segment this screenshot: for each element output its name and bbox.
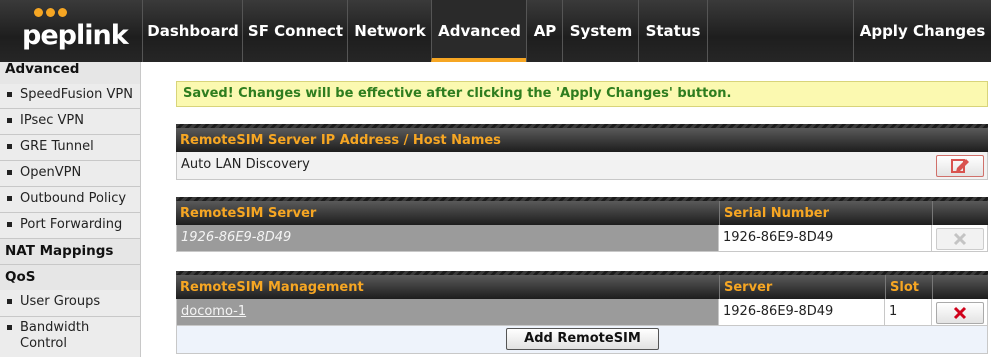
divider — [0, 212, 140, 213]
logo-dots-icon — [34, 6, 94, 20]
edit-server-ip-button[interactable] — [936, 155, 984, 177]
divider — [0, 134, 140, 135]
saved-notice: Saved! Changes will be effective after c… — [176, 81, 988, 107]
table-row-management-name-cell: docomo-1 — [176, 299, 719, 326]
close-icon — [953, 232, 967, 246]
sidebar-item-user-groups[interactable]: User Groups — [0, 292, 140, 316]
divider — [0, 160, 140, 161]
table-row-server-name: 1926-86E9-8D49 — [176, 225, 719, 252]
table-row-serial-number: 1926-86E9-8D49 — [719, 225, 932, 252]
management-server-column-header: Server — [719, 275, 885, 299]
tab-sf-connect[interactable]: SF Connect — [242, 0, 348, 62]
top-navigation-bar: peplink Dashboard SF Connect Network Adv… — [0, 0, 991, 62]
tab-ap[interactable]: AP — [526, 0, 563, 62]
divider — [0, 186, 140, 187]
sidebar-section-nat-mappings[interactable]: NAT Mappings — [0, 239, 140, 264]
tab-status[interactable]: Status — [638, 0, 708, 62]
logo-text: peplink — [22, 20, 129, 51]
server-ip-header: RemoteSIM Server IP Address / Host Names — [176, 128, 988, 152]
action-column-header — [932, 275, 988, 299]
table-row-slot: 1 — [885, 299, 932, 326]
sidebar-item-openvpn[interactable]: OpenVPN — [0, 163, 140, 187]
sidebar-section-qos: QoS — [0, 265, 140, 290]
sidebar: Advanced SpeedFusion VPN IPsec VPN GRE T… — [0, 62, 141, 357]
sidebar-item-outbound-policy[interactable]: Outbound Policy — [0, 189, 140, 213]
sidebar-section-advanced: Advanced — [0, 62, 140, 84]
tab-network[interactable]: Network — [347, 0, 432, 62]
tab-system[interactable]: System — [562, 0, 639, 62]
serial-column-header: Serial Number — [719, 201, 932, 225]
peplink-logo[interactable]: peplink — [22, 6, 129, 56]
server-ip-value: Auto LAN Discovery — [176, 152, 988, 180]
sidebar-item-ipsec-vpn[interactable]: IPsec VPN — [0, 111, 140, 135]
delete-management-button[interactable] — [936, 302, 984, 324]
delete-server-button-disabled[interactable] — [936, 228, 984, 250]
add-remotesim-button[interactable]: Add RemoteSIM — [506, 328, 659, 350]
action-column-header — [932, 201, 988, 225]
tab-advanced[interactable]: Advanced — [431, 0, 527, 62]
table-row-management-server: 1926-86E9-8D49 — [719, 299, 885, 326]
sidebar-item-port-forwarding[interactable]: Port Forwarding — [0, 215, 140, 239]
slot-column-header: Slot — [885, 275, 932, 299]
sidebar-item-gre-tunnel[interactable]: GRE Tunnel — [0, 137, 140, 161]
server-column-header: RemoteSIM Server — [176, 201, 719, 225]
tab-dashboard[interactable]: Dashboard — [142, 0, 243, 62]
close-icon — [953, 306, 967, 320]
divider — [0, 108, 140, 109]
management-name-link[interactable]: docomo-1 — [181, 304, 246, 319]
apply-changes-button[interactable]: Apply Changes — [853, 0, 991, 62]
management-column-header: RemoteSIM Management — [176, 275, 719, 299]
edit-icon — [951, 159, 969, 173]
divider — [0, 316, 140, 317]
sidebar-item-bandwidth-control[interactable]: Bandwidth Control — [0, 318, 140, 356]
sidebar-item-speedfusion-vpn[interactable]: SpeedFusion VPN — [0, 85, 140, 109]
